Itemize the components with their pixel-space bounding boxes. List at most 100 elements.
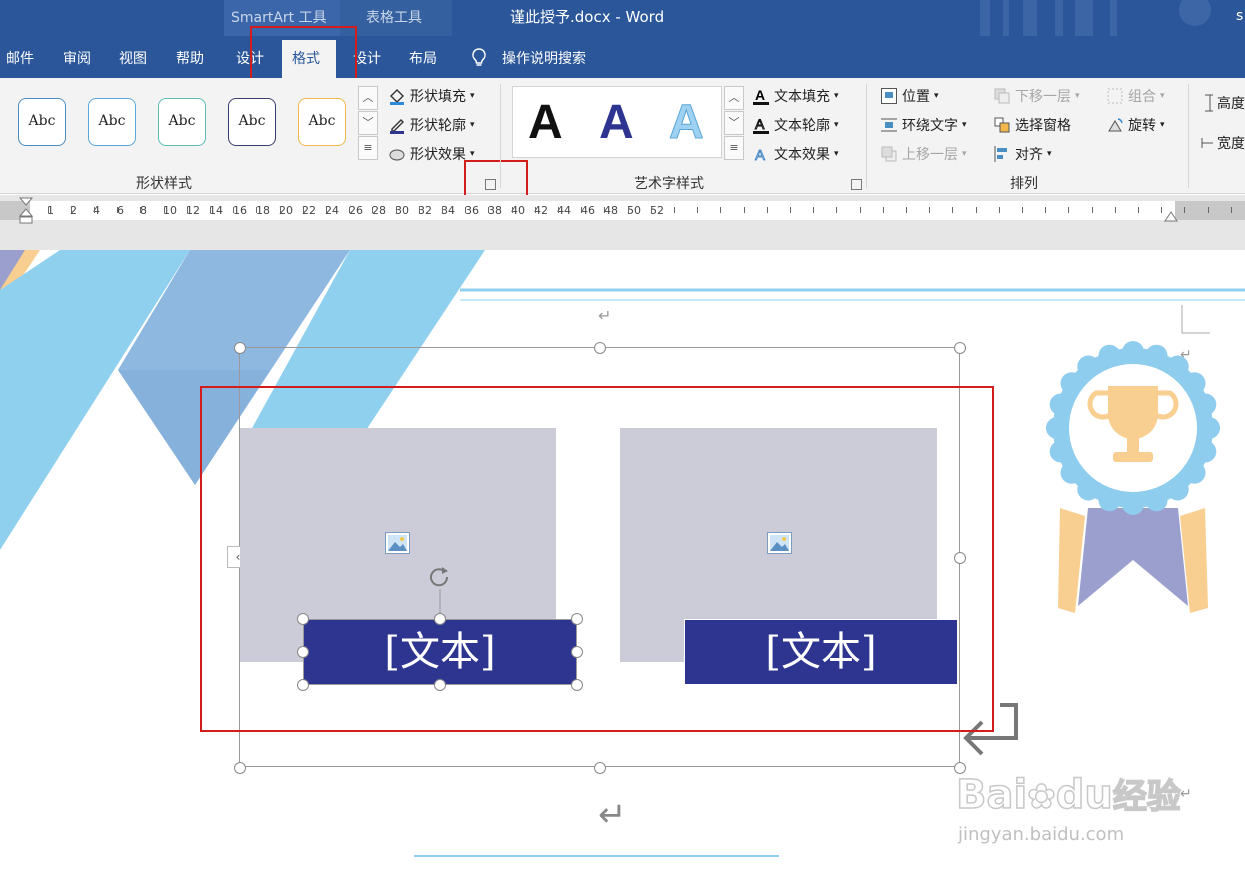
wordart-scroll-down[interactable]: ﹀	[724, 111, 744, 135]
width-field[interactable]: 宽度	[1201, 133, 1245, 153]
ruler-tick	[71, 207, 72, 213]
tab-table-design[interactable]: 设计	[353, 48, 381, 68]
document-canvas[interactable]: ↵ ↵ ↵ ↵ ‹ [文本] [文本] Bai✿du经验 jingyan.bai…	[0, 250, 1245, 879]
wrap-text-button[interactable]: 环绕文字 ▾	[880, 115, 967, 135]
tab-layout[interactable]: 布局	[409, 48, 437, 68]
ruler-number: 50	[627, 204, 641, 217]
send-backward-icon	[994, 88, 1010, 104]
shape-style-2[interactable]: Abc	[88, 98, 136, 146]
ruler-tick	[836, 207, 837, 213]
ruler-tick	[674, 207, 675, 213]
wordart-style-3[interactable]: A	[669, 96, 705, 150]
ruler-number: 38	[488, 204, 502, 217]
shape-style-4[interactable]: Abc	[228, 98, 276, 146]
bring-forward-button[interactable]: 上移一层 ▾	[880, 144, 967, 164]
width-label: 宽度	[1217, 136, 1245, 152]
ruler-tick	[744, 207, 745, 213]
send-backward-label: 下移一层	[1015, 89, 1071, 105]
tab-mailings[interactable]: 邮件	[6, 48, 34, 68]
ruler-tick	[535, 207, 536, 213]
wordart-styles-dialog-launcher[interactable]	[851, 179, 862, 190]
document-title: 谨此授予.docx - Word	[510, 8, 665, 26]
wrap-text-icon	[881, 118, 897, 132]
wordart-styles-group-label: 艺术字样式	[634, 176, 704, 192]
tab-help[interactable]: 帮助	[176, 48, 204, 68]
ruler-tick	[1208, 207, 1209, 213]
selection-pane-button[interactable]: 选择窗格	[993, 115, 1071, 135]
ruler-tick	[651, 207, 652, 213]
ruler-number: 34	[441, 204, 455, 217]
gallery-scroll-down[interactable]: ﹀	[358, 111, 378, 135]
shape-outline-button[interactable]: 形状轮廓 ▾	[388, 115, 475, 135]
ruler-number: 52	[650, 204, 664, 217]
ruler-number: 28	[372, 204, 386, 217]
text-fill-button[interactable]: A 文本填充 ▾	[752, 86, 839, 106]
ruler-right-margin	[1175, 201, 1245, 220]
resize-handle[interactable]	[234, 342, 246, 354]
text-fill-label: 文本填充	[774, 89, 830, 105]
send-backward-button[interactable]: 下移一层 ▾	[993, 86, 1080, 106]
ruler-tick	[883, 207, 884, 213]
text-effects-icon: A	[755, 147, 766, 163]
ruler-number: 30	[395, 204, 409, 217]
align-button[interactable]: 对齐 ▾	[993, 144, 1052, 164]
ruler-number: 20	[279, 204, 293, 217]
shape-effects-label: 形状效果	[410, 147, 466, 163]
ruler-tick	[1045, 207, 1046, 213]
bring-forward-label: 上移一层	[902, 147, 958, 163]
wordart-style-1[interactable]: A	[528, 96, 563, 150]
ruler-tick	[720, 207, 721, 213]
paragraph-mark: ↵	[598, 306, 612, 325]
text-outline-button[interactable]: A 文本轮廓 ▾	[752, 115, 839, 135]
ruler-tick	[1068, 207, 1069, 213]
ruler-tick	[140, 207, 141, 213]
ruler-number: 44	[557, 204, 571, 217]
position-button[interactable]: 位置 ▾	[880, 86, 939, 106]
rotate-button[interactable]: 旋转 ▾	[1106, 115, 1165, 135]
paragraph-mark: ↵	[598, 795, 627, 835]
ruler-tick	[604, 207, 605, 213]
right-indent-marker-icon[interactable]	[1164, 210, 1178, 222]
shape-style-1[interactable]: Abc	[18, 98, 66, 146]
ruler-number: 36	[465, 204, 479, 217]
tab-view[interactable]: 视图	[119, 48, 147, 68]
resize-handle[interactable]	[594, 342, 606, 354]
ruler-tick	[1231, 207, 1232, 213]
text-effects-button[interactable]: A 文本效果 ▾	[752, 144, 839, 164]
gallery-scroll-up[interactable]: ︿	[358, 86, 378, 110]
group-objects-button[interactable]: 组合 ▾	[1106, 86, 1165, 106]
wordart-scroll-up[interactable]: ︿	[724, 86, 744, 110]
resize-handle[interactable]	[954, 342, 966, 354]
shape-styles-group-label: 形状样式	[136, 176, 192, 192]
paint-bucket-icon	[390, 89, 404, 105]
shape-style-3[interactable]: Abc	[158, 98, 206, 146]
shape-effects-button[interactable]: 形状效果 ▾	[388, 144, 475, 164]
group-separator	[500, 84, 501, 188]
indent-marker-icon[interactable]	[18, 196, 34, 228]
wordart-more[interactable]: ≡	[724, 136, 744, 160]
tell-me-search[interactable]: 操作说明搜索	[502, 48, 586, 68]
ruler-tick	[1184, 207, 1185, 213]
resize-handle[interactable]	[234, 762, 246, 774]
height-label: 高度	[1217, 96, 1245, 112]
ruler-number: 10	[163, 204, 177, 217]
ruler-tick	[790, 207, 791, 213]
ruler-number: 16	[233, 204, 247, 217]
height-icon	[1205, 94, 1213, 112]
height-field[interactable]: 高度	[1201, 93, 1245, 113]
ruler-tick	[187, 207, 188, 213]
gallery-more[interactable]: ≡	[358, 136, 378, 160]
ruler-tick	[326, 207, 327, 213]
resize-handle[interactable]	[594, 762, 606, 774]
position-icon	[881, 88, 897, 104]
horizontal-ruler[interactable]	[30, 201, 1175, 220]
tab-review[interactable]: 审阅	[63, 48, 91, 68]
table-tools-label: 表格工具	[366, 10, 422, 26]
shape-style-5[interactable]: Abc	[298, 98, 346, 146]
shape-fill-button[interactable]: 形状填充 ▾	[388, 86, 475, 106]
ruler-tick	[48, 207, 49, 213]
selection-pane-icon	[994, 117, 1010, 133]
annotation-highlight-smartart	[200, 386, 994, 732]
wordart-style-2[interactable]: A	[599, 96, 634, 150]
paragraph-mark: ↵	[1180, 786, 1192, 802]
